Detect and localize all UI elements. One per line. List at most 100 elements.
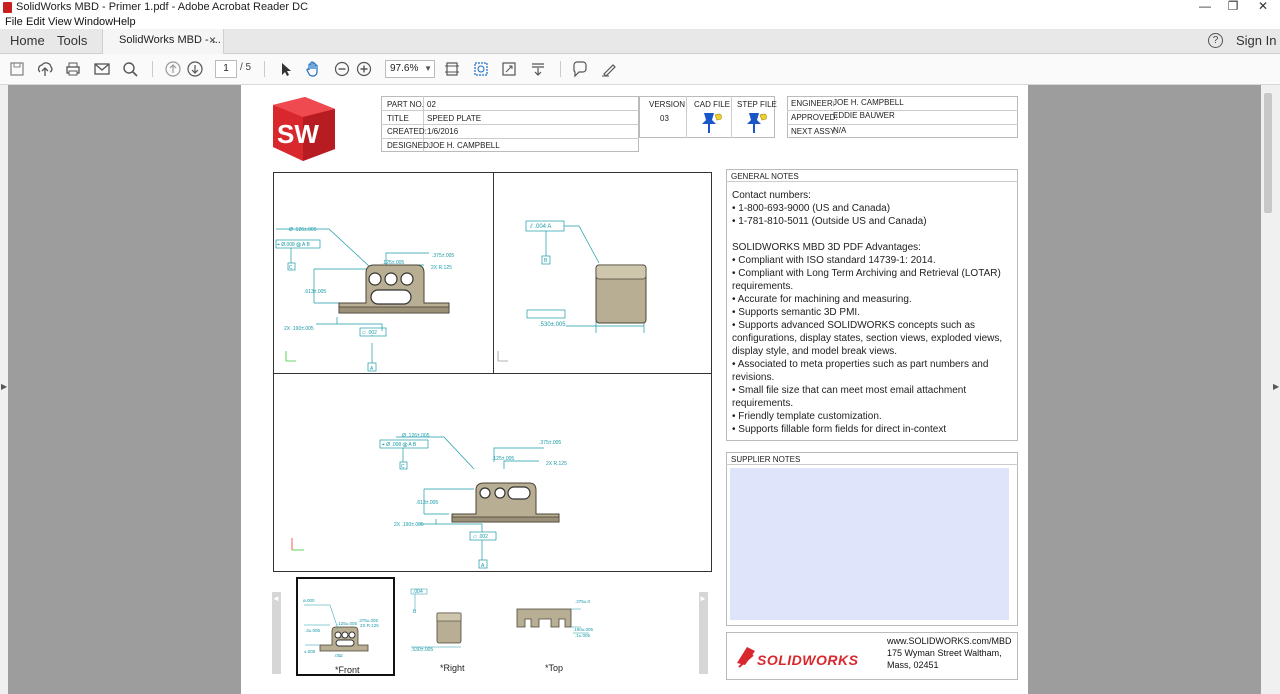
menu-window[interactable]: Window (74, 15, 113, 29)
page-number-input[interactable]: 1 (215, 60, 237, 78)
menu-file[interactable]: File (5, 15, 23, 29)
right-dim-width: .530±.005 (539, 322, 566, 328)
thumbnail-front-label: *Front (335, 665, 360, 675)
full-screen-icon[interactable] (500, 60, 518, 78)
top-fcf-position: ⌖ Ø .008 Ⓜ A B (382, 442, 417, 448)
front-dim-hole-dia: Ø .126±.005 (289, 227, 317, 233)
expand-right-panel-icon[interactable]: ▶ (1273, 382, 1279, 391)
engineer-label: ENGINEER: (791, 99, 836, 108)
svg-text:ø.000: ø.000 (303, 598, 315, 603)
top-view[interactable]: Ø .126±.005 ⌖ Ø .008 Ⓜ A B .375±.005 .12… (274, 374, 711, 571)
general-notes-text[interactable]: Contact numbers: • 1-800-693-9000 (US an… (732, 189, 1014, 435)
thumbnail-top-image: .375±.0 .190±.005 .1±.005 (516, 599, 593, 638)
menu-edit[interactable]: Edit (26, 15, 45, 29)
scroll-mode-icon[interactable] (529, 60, 547, 78)
note-line: • Accurate for machining and measuring. (732, 294, 912, 305)
cad-file-pin-icon[interactable] (699, 110, 725, 134)
thumb-next-button[interactable]: ► (699, 592, 708, 674)
footer-address-line1: 175 Wyman Street Waltham, (887, 648, 1002, 658)
right-scrollbar[interactable]: ▶ (1261, 85, 1280, 694)
title-value: SPEED PLATE (427, 114, 482, 123)
sign-in-link[interactable]: Sign In (1236, 29, 1276, 53)
menu-bar: File Edit View Window Help (0, 15, 1280, 29)
top-datum-c: C (401, 464, 405, 470)
svg-text:.190±.005: .190±.005 (573, 627, 593, 632)
save-icon[interactable] (8, 60, 26, 78)
email-icon[interactable] (93, 60, 111, 78)
next-assy-label: NEXT ASSY: (791, 127, 838, 136)
3ds-logo-icon (737, 647, 755, 668)
pdf-app-icon (3, 2, 12, 13)
page-up-icon[interactable] (164, 60, 182, 78)
supplier-notes-field[interactable] (730, 468, 1009, 620)
scrollbar-thumb[interactable] (1264, 93, 1272, 213)
right-datum-b: B (544, 258, 548, 264)
restore-button[interactable]: ❐ (1218, 0, 1248, 15)
arrow-right-icon: ► (699, 594, 707, 603)
page-down-icon[interactable] (186, 60, 204, 78)
note-line: • Compliant with ISO standard 14739-1: 2… (732, 255, 936, 266)
thumbnail-front[interactable]: ø.000 .125±.005 .375±.005 2X R.125 .3±.0… (296, 577, 395, 676)
thumbnail-right[interactable]: .004 B .530±.005 *Right (401, 577, 500, 676)
note-line: • Supports advanced SOLIDWORKS concepts … (732, 320, 976, 331)
version-label: VERSION (649, 100, 686, 109)
next-assy-value: N/A (833, 126, 847, 135)
expand-left-panel-icon[interactable]: ▶ (1, 382, 7, 391)
sign-pen-icon[interactable] (600, 60, 618, 78)
zoom-level-select[interactable]: 97.6% ▼ (385, 60, 435, 78)
step-file-pin-icon[interactable] (744, 110, 770, 134)
chevron-down-icon: ▼ (424, 64, 432, 73)
note-line: • Supports semantic 3D PMI. (732, 307, 860, 318)
top-dim-radius: 2X R.125 (546, 461, 567, 467)
thumbnail-front-image: ø.000 .125±.005 .375±.005 2X R.125 .3±.0… (303, 598, 379, 657)
print-icon[interactable] (64, 60, 82, 78)
menu-help[interactable]: Help (113, 15, 136, 29)
top-dim-flange: 2X .190±.005 (394, 522, 424, 528)
footer-url[interactable]: www.SOLIDWORKS.com/MBD (887, 636, 1012, 646)
general-notes-header: GENERAL NOTES (731, 172, 799, 181)
zoom-level-value: 97.6% (390, 63, 419, 74)
front-dim-spacing: .375±.005 (432, 253, 454, 259)
note-line: • Small file size that can meet most ema… (732, 385, 967, 396)
tab-tools[interactable]: Tools (57, 29, 87, 53)
version-value: 03 (660, 114, 669, 123)
top-fcf-flatness: ⏥ .002 (473, 534, 488, 540)
window-title: SolidWorks MBD - Primer 1.pdf - Adobe Ac… (16, 1, 309, 13)
thumbnail-top[interactable]: .375±.0 .190±.005 .1±.005 *Top (507, 577, 606, 676)
close-tab-icon[interactable]: × (209, 33, 216, 47)
footer-address-line2: Mass, 02451 (887, 660, 939, 670)
marquee-zoom-icon[interactable] (472, 60, 490, 78)
engineer-value: JOE H. CAMPBELL (833, 98, 904, 107)
fit-page-icon[interactable] (443, 60, 461, 78)
left-panel-gutter[interactable]: ▶ (0, 85, 8, 694)
menu-view[interactable]: View (48, 15, 72, 29)
tab-home[interactable]: Home (10, 29, 45, 53)
svg-text:±.005: ±.005 (304, 649, 316, 654)
zoom-out-icon[interactable] (333, 60, 351, 78)
right-fcf-parallel: ⫽ .004 A (529, 223, 551, 230)
created-value: 1/6/2016 (427, 127, 459, 136)
right-view[interactable]: ⫽ .004 A B .530±.005 (494, 173, 711, 372)
step-file-label: STEP FILE (737, 100, 777, 109)
close-window-button[interactable]: ✕ (1248, 0, 1278, 15)
thumb-prev-button[interactable]: ◄ (272, 592, 281, 674)
comment-icon[interactable] (571, 60, 589, 78)
help-icon[interactable]: ? (1208, 33, 1223, 48)
front-fcf-position: ⌖ Ø.008 Ⓜ A B (277, 242, 310, 248)
note-line: Contact numbers: (732, 190, 811, 201)
upload-icon[interactable] (36, 60, 54, 78)
supplier-notes-header: SUPPLIER NOTES (731, 455, 801, 464)
minimize-button[interactable]: — (1190, 0, 1220, 15)
search-icon[interactable] (121, 60, 139, 78)
hand-tool-icon[interactable] (304, 60, 322, 78)
tab-document[interactable]: SolidWorks MBD - ... × (102, 29, 224, 54)
note-line: revisions. (732, 372, 775, 383)
thumbnail-right-label: *Right (440, 663, 465, 673)
zoom-in-icon[interactable] (355, 60, 373, 78)
svg-text:.125±.005: .125±.005 (337, 621, 357, 626)
designed-value: JOE H. CAMPBELL (429, 141, 500, 150)
select-arrow-icon[interactable] (276, 60, 294, 78)
part-no-label: PART NO. (387, 100, 424, 109)
svg-text:.3±.005: .3±.005 (305, 628, 320, 633)
front-view[interactable]: Ø .126±.005 ⌖ Ø.008 Ⓜ A B .375±.005 .125… (274, 173, 492, 372)
